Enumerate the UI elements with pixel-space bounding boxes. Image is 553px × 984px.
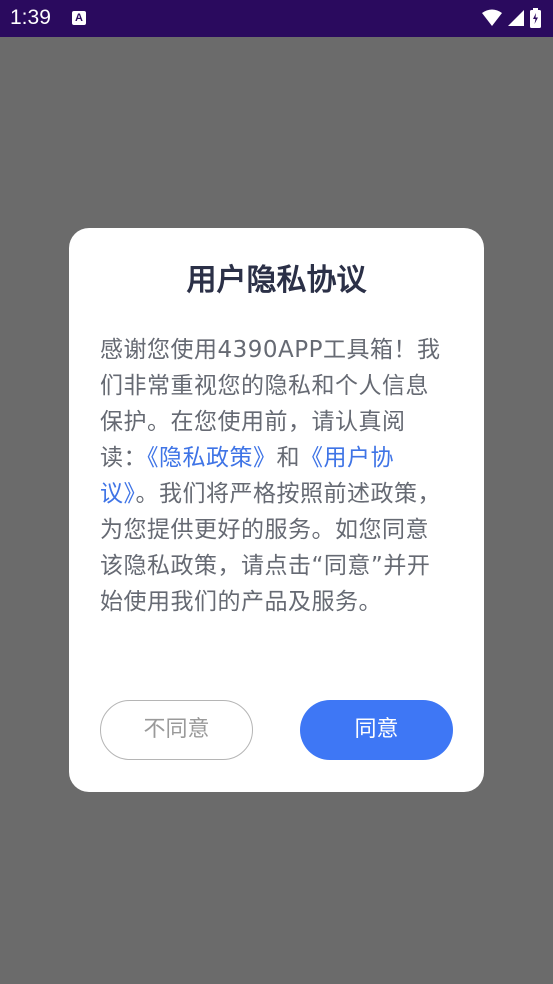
agree-button[interactable]: 同意	[300, 700, 453, 760]
status-time: 1:39	[10, 6, 51, 29]
signal-icon	[508, 9, 524, 27]
dialog-title: 用户隐私协议	[186, 263, 367, 298]
privacy-policy-link[interactable]: 《隐私政策》	[147, 445, 277, 471]
dialog-body: 感谢您使用4390APP工具箱！我们非常重视您的隐私和个人信息保护。在您使用前，…	[100, 332, 450, 620]
body-text-and: 和	[276, 445, 300, 471]
body-text-outro: 。我们将严格按照前述政策，为您提供更好的服务。如您同意该隐私政策，请点击“同意”…	[100, 481, 441, 615]
disagree-button[interactable]: 不同意	[100, 700, 253, 760]
status-icons	[482, 7, 541, 29]
status-bar: 1:39 A	[0, 0, 553, 37]
notification-a-icon: A	[72, 11, 86, 25]
battery-icon	[530, 8, 541, 28]
wifi-icon	[482, 9, 502, 27]
